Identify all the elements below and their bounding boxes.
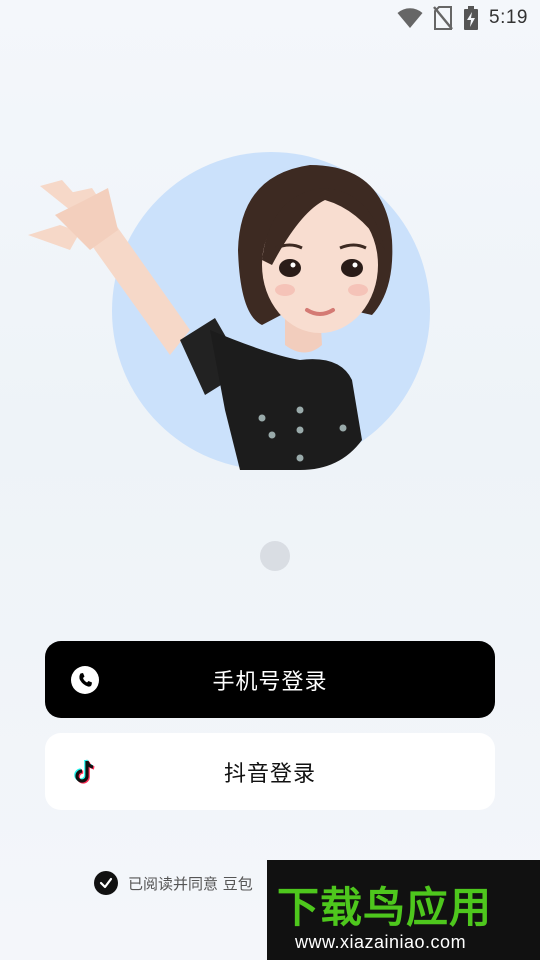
check-icon [99, 877, 113, 889]
douyin-login-label: 抖音登录 [223, 761, 316, 787]
status-time: 5:19 [489, 7, 528, 28]
agreement-checkbox[interactable] [94, 871, 118, 895]
agreement-text: 已阅读并同意 豆包 [128, 874, 253, 893]
douyin-icon [71, 758, 99, 786]
phone-login-label: 手机号登录 [212, 669, 328, 695]
no-sim-icon [433, 6, 453, 30]
wifi-icon [397, 7, 423, 29]
douyin-login-button[interactable]: 抖音登录 [45, 733, 495, 810]
status-icons: 5:19 [397, 6, 528, 30]
watermark: 下载鸟应用 www.xiazainiao.com [267, 860, 540, 960]
watermark-title: 下载鸟应用 [277, 883, 493, 932]
avatar-illustration [28, 165, 393, 470]
page-indicator-dot [260, 541, 290, 571]
phone-icon [71, 665, 99, 694]
agreement-row: 已阅读并同意 豆包 [94, 871, 253, 895]
avatar-area [0, 140, 540, 480]
phone-login-button[interactable]: 手机号登录 [45, 641, 495, 718]
battery-charging-icon [463, 6, 479, 30]
status-bar: 5:19 [0, 0, 540, 36]
watermark-url: www.xiazainiao.com [295, 932, 467, 952]
